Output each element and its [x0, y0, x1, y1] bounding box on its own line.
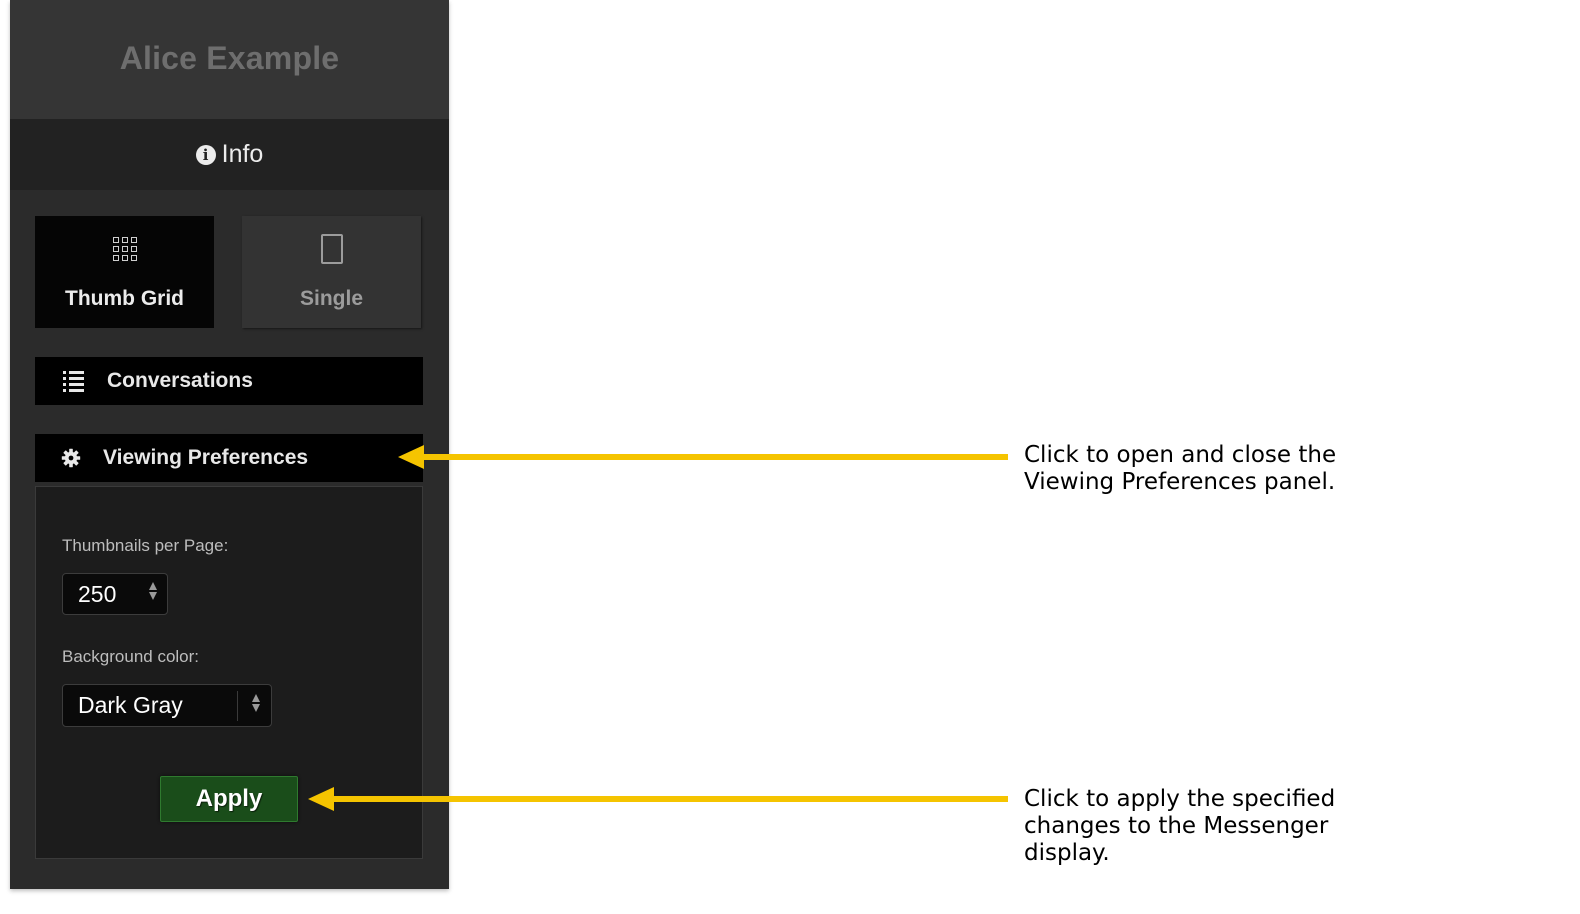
- apply-callout-arrow-line: [330, 796, 1008, 802]
- viewing-preferences-toggle[interactable]: Viewing Preferences: [35, 434, 423, 482]
- info-icon: i: [195, 144, 216, 165]
- select-arrows-icon: [252, 694, 260, 712]
- info-label: Info: [221, 140, 264, 168]
- single-view-button[interactable]: Single: [242, 216, 421, 328]
- thumb-grid-button[interactable]: Thumb Grid: [35, 216, 214, 328]
- viewing-preferences-label: Viewing Preferences: [103, 446, 309, 469]
- apply-button[interactable]: Apply: [160, 776, 298, 822]
- select-divider: [237, 691, 238, 721]
- thumbnails-per-page-label: Thumbnails per Page:: [62, 536, 229, 555]
- thumbnails-per-page-stepper[interactable]: 250: [62, 573, 168, 615]
- user-name-title: Alice Example: [119, 40, 340, 76]
- single-view-label: Single: [299, 287, 363, 310]
- preferences-callout-arrow-line: [420, 454, 1008, 460]
- apply-callout-arrow-head: [308, 787, 334, 811]
- list-icon: [61, 370, 85, 392]
- sidebar-header: Alice Example: [10, 0, 449, 119]
- stepper-arrows-icon[interactable]: [149, 582, 157, 600]
- conversations-button[interactable]: Conversations: [35, 357, 423, 405]
- background-color-value: Dark Gray: [78, 692, 183, 718]
- sidebar-panel: Alice Example i Info Thumb Grid Single C…: [10, 0, 449, 889]
- preferences-callout-text: Click to open and close the Viewing Pref…: [1024, 442, 1337, 495]
- thumbnails-per-page-value: 250: [78, 580, 117, 607]
- background-color-label: Background color:: [62, 647, 200, 666]
- grid-icon: [112, 232, 137, 266]
- gear-icon: [59, 448, 83, 468]
- thumb-grid-label: Thumb Grid: [65, 287, 184, 310]
- single-page-icon: [320, 232, 343, 266]
- background-color-select[interactable]: Dark Gray: [62, 684, 272, 727]
- info-button[interactable]: i Info: [10, 119, 449, 190]
- preferences-callout-arrow-head: [398, 445, 424, 469]
- conversations-label: Conversations: [107, 369, 253, 392]
- documentation-figure: Alice Example i Info Thumb Grid Single C…: [0, 0, 1580, 914]
- viewing-preferences-panel: Thumbnails per Page: 250 Background colo…: [35, 486, 423, 859]
- apply-callout-text: Click to apply the specified changes to …: [1024, 786, 1336, 866]
